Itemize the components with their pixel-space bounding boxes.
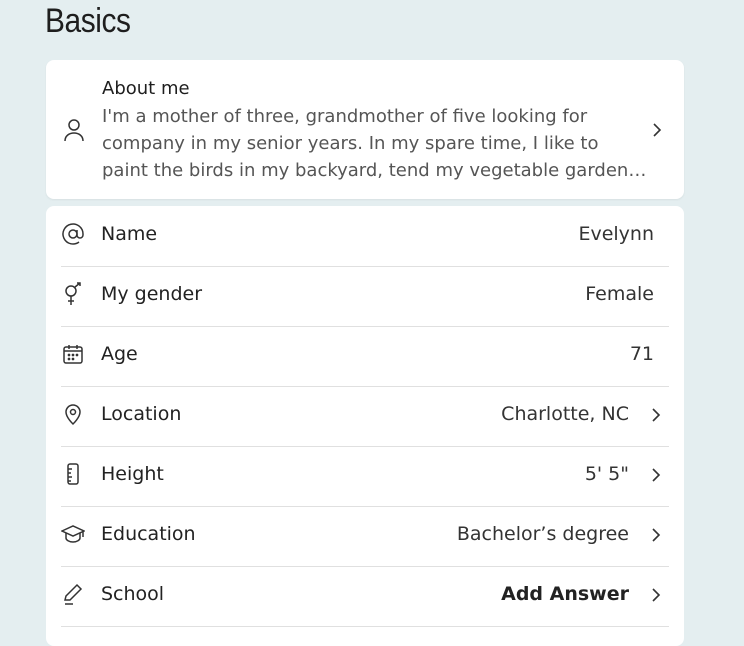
row-education[interactable]: Education Bachelor’s degree [61,506,669,567]
chevron-right-icon [651,587,661,603]
row-location[interactable]: Location Charlotte, NC [61,386,669,447]
row-value: Evelynn [578,223,654,245]
row-value: 5' 5" [584,463,629,485]
row-height[interactable]: Height 5' 5" [61,446,669,507]
row-label: Height [101,463,164,485]
row-label: My gender [101,283,203,305]
row-name: Name Evelynn [61,206,669,267]
about-me-heading: About me [102,78,190,99]
row-value: Female [585,283,654,305]
add-answer-button[interactable]: Add Answer [501,583,629,605]
chevron-right-icon [651,527,661,543]
at-sign-icon [61,222,85,246]
row-gender: My gender Female [61,266,669,327]
about-me-text: I'm a mother of three, grandmother of fi… [102,106,635,181]
location-pin-icon [61,402,85,426]
chevron-right-icon [651,407,661,423]
row-label: Education [101,523,196,545]
about-me-card[interactable]: About me I'm a mother of three, grandmot… [46,60,684,199]
gender-icon [61,282,85,306]
section-title: Basics [45,2,131,40]
row-label: Location [101,403,182,425]
row-value: 71 [629,343,654,365]
person-icon [62,116,86,144]
row-age: Age 71 [61,326,669,387]
row-label: Age [101,343,138,365]
row-value: Charlotte, NC [501,403,629,425]
calendar-icon [61,342,85,366]
row-school[interactable]: School Add Answer [61,566,669,627]
row-value: Bachelor’s degree [456,523,629,545]
graduation-cap-icon [61,522,85,546]
row-label: Name [101,223,158,245]
chevron-right-icon [651,467,661,483]
row-label: School [101,583,165,605]
ruler-icon [61,462,85,486]
basics-list: Name Evelynn My gender Female Age 71 Loc… [46,206,684,646]
chevron-right-icon [652,122,662,138]
pencil-icon [61,582,85,606]
